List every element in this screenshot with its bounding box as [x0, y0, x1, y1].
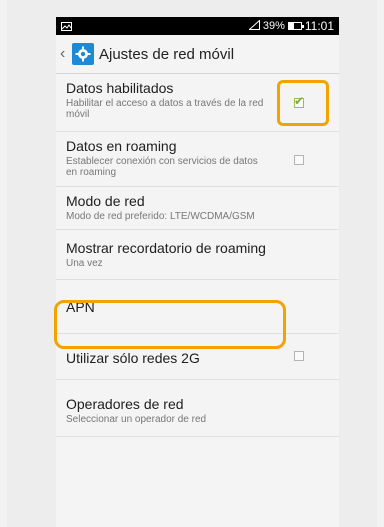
- page-title: Ajustes de red móvil: [99, 45, 235, 63]
- 2g-only-checkbox[interactable]: [294, 351, 304, 361]
- setting-title: Datos en roaming: [66, 138, 177, 154]
- setting-summary: Establecer conexión con servicios de dat…: [66, 156, 258, 178]
- setting-data-roaming[interactable]: Datos en roaming Establecer conexión con…: [56, 132, 339, 187]
- apn-highlight: [54, 300, 286, 349]
- setting-network-mode[interactable]: Modo de red Modo de red preferido: LTE/W…: [56, 187, 339, 230]
- setting-network-operators[interactable]: Operadores de red Seleccionar un operado…: [56, 380, 339, 437]
- clock-time: 11:01: [304, 19, 334, 33]
- setting-summary: Seleccionar un operador de red: [66, 414, 207, 425]
- status-bar: 39% 11:01: [56, 17, 339, 35]
- gear-icon[interactable]: [72, 43, 94, 65]
- setting-summary: Modo de red preferido: LTE/WCDMA/GSM: [66, 211, 255, 222]
- app-bar: ‹ Ajustes de red móvil: [56, 35, 339, 74]
- setting-title: Modo de red: [66, 193, 145, 209]
- setting-summary: Una vez: [66, 258, 103, 269]
- data-roaming-checkbox[interactable]: [294, 155, 304, 165]
- chevron-left-icon[interactable]: ‹: [60, 45, 70, 63]
- settings-list: Datos habilitados Habilitar el acceso a …: [56, 74, 339, 437]
- setting-title: Operadores de red: [66, 396, 184, 412]
- signal-icon: [248, 18, 260, 33]
- setting-title: Mostrar recordatorio de roaming: [66, 240, 266, 256]
- image-notification-icon: [61, 21, 73, 31]
- setting-title: Utilizar sólo redes 2G: [66, 350, 200, 366]
- checkbox-highlight: [277, 80, 329, 126]
- setting-roaming-reminder[interactable]: Mostrar recordatorio de roaming Una vez: [56, 230, 339, 280]
- setting-summary: Habilitar el acceso a datos a través de …: [66, 98, 264, 120]
- battery-icon: [287, 22, 304, 30]
- battery-percent: 39%: [262, 20, 285, 32]
